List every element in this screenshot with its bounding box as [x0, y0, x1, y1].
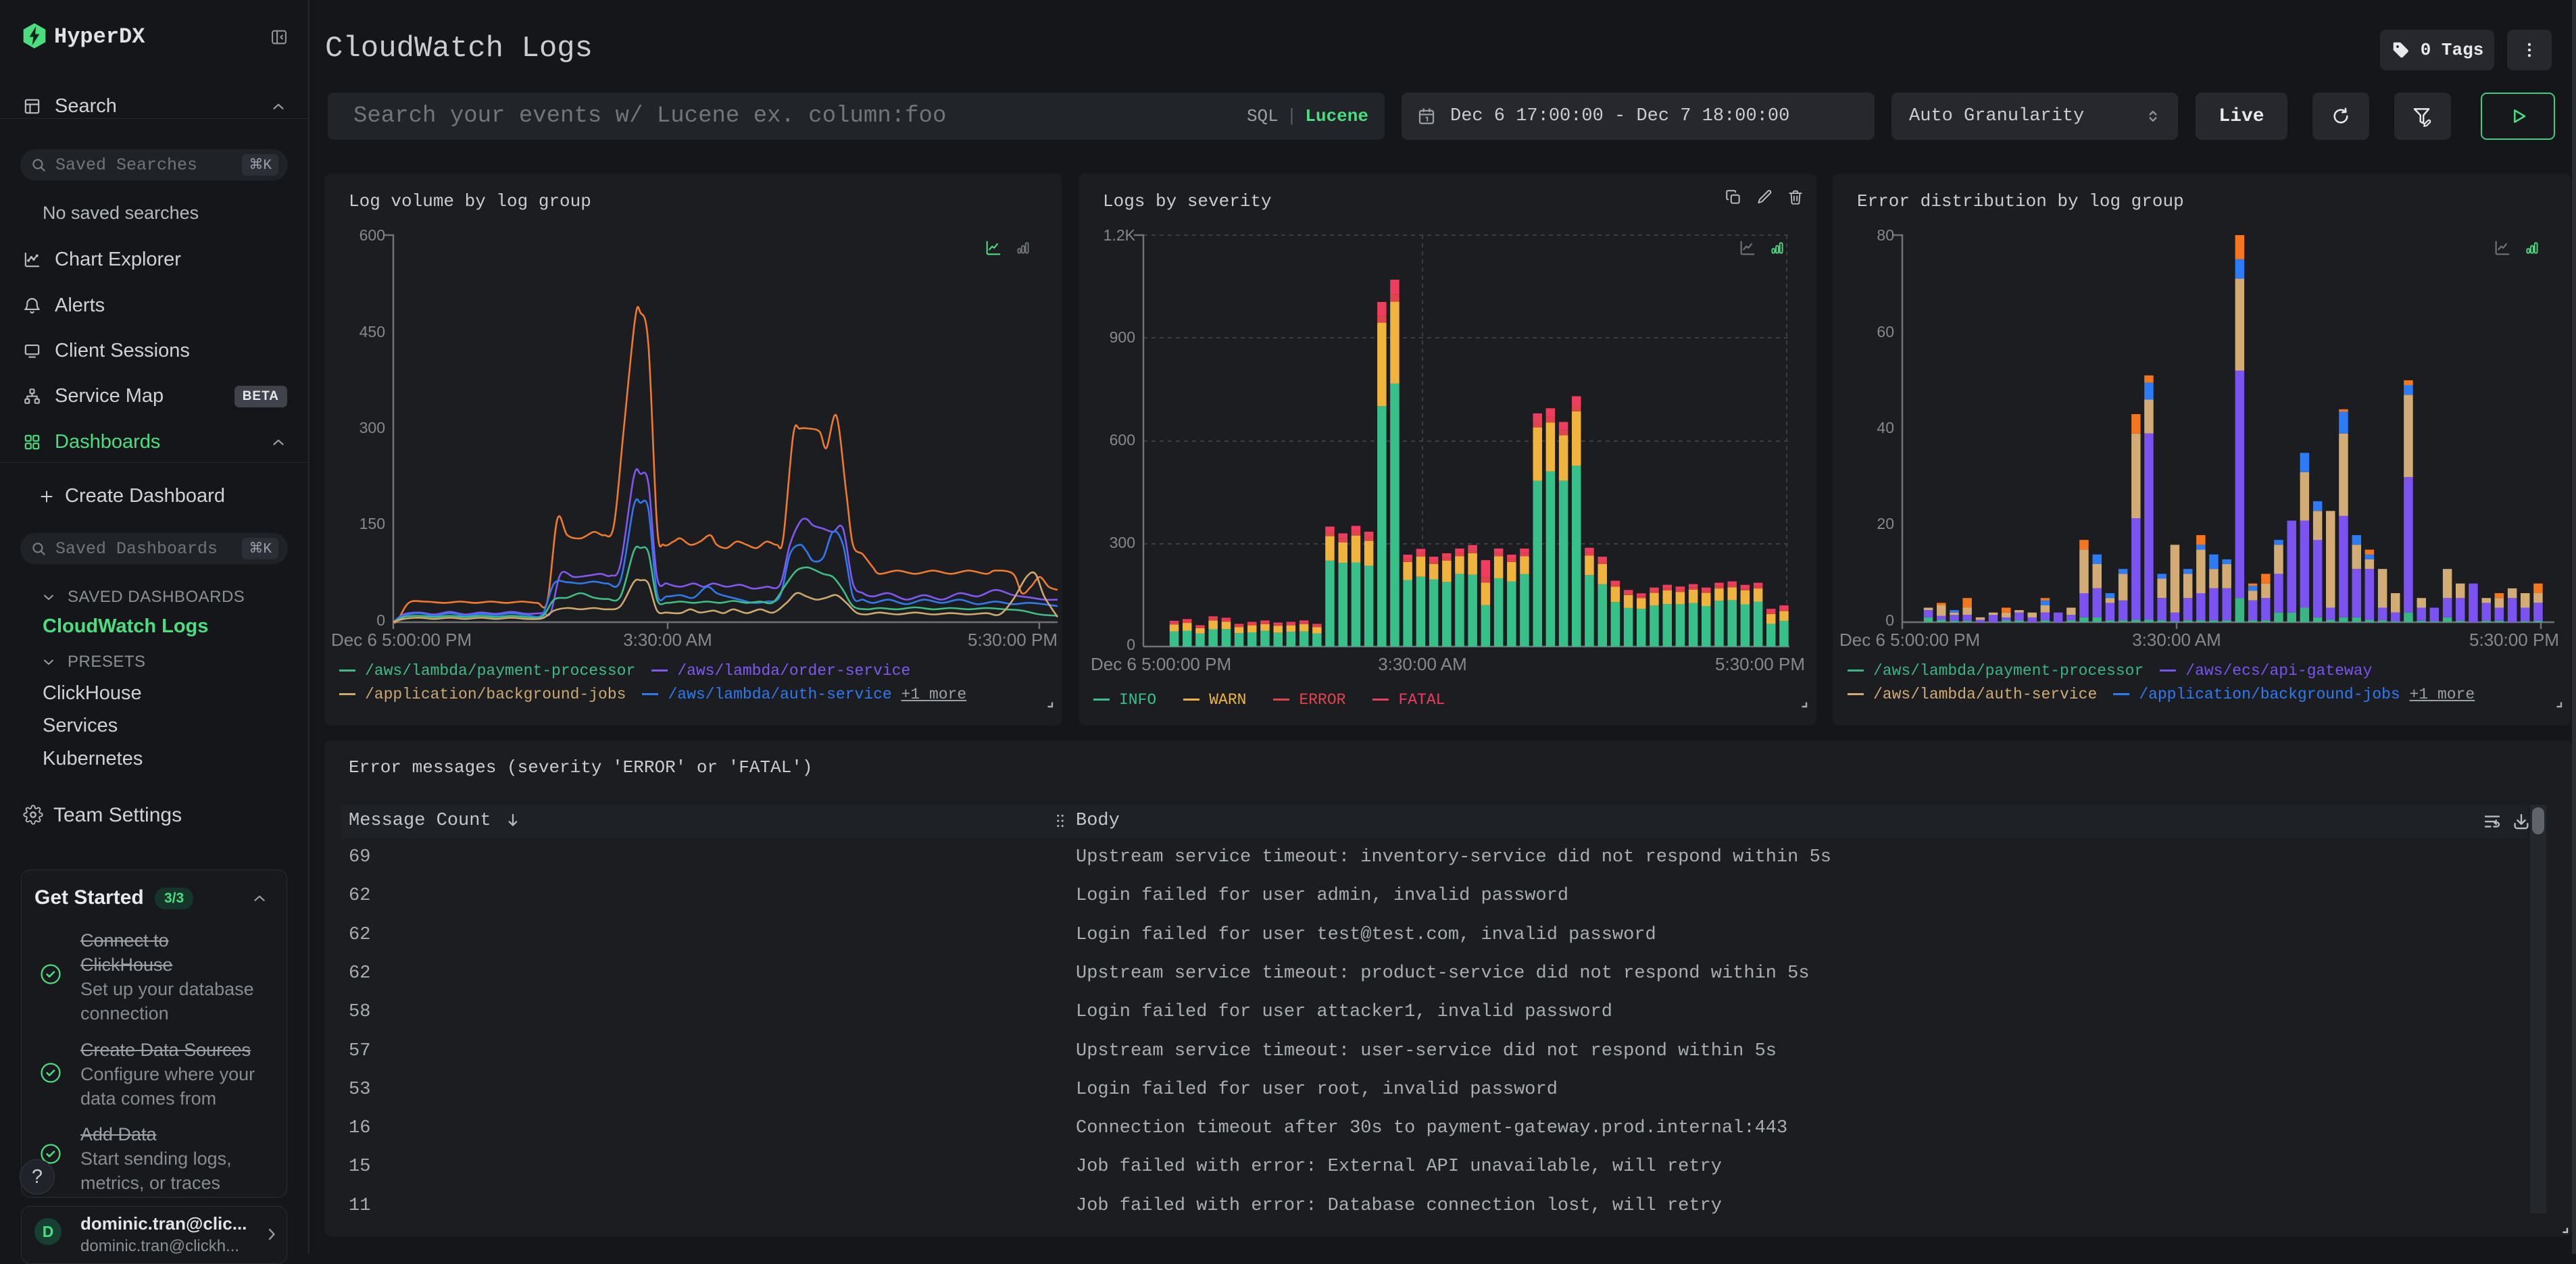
- svg-text:40: 40: [1877, 419, 1894, 436]
- svg-text:600: 600: [1110, 431, 1135, 449]
- svg-text:3:30:00 AM: 3:30:00 AM: [623, 630, 712, 650]
- svg-text:150: 150: [360, 515, 385, 532]
- svg-text:5:30:00 PM: 5:30:00 PM: [1715, 654, 1805, 674]
- svg-text:5:30:00 PM: 5:30:00 PM: [2469, 630, 2559, 650]
- svg-text:0: 0: [1885, 611, 1894, 629]
- svg-text:20: 20: [1877, 515, 1894, 532]
- svg-text:0: 0: [376, 611, 385, 629]
- svg-text:80: 80: [1877, 226, 1894, 244]
- svg-text:60: 60: [1877, 323, 1894, 340]
- svg-text:900: 900: [1110, 328, 1135, 346]
- svg-text:600: 600: [360, 226, 385, 244]
- svg-text:Dec 6 5:00:00 PM: Dec 6 5:00:00 PM: [331, 630, 472, 650]
- svg-text:Dec 6 5:00:00 PM: Dec 6 5:00:00 PM: [1839, 630, 1980, 650]
- svg-text:450: 450: [360, 323, 385, 340]
- svg-text:300: 300: [360, 419, 385, 436]
- svg-text:300: 300: [1110, 534, 1135, 551]
- svg-text:5:30:00 PM: 5:30:00 PM: [968, 630, 1058, 650]
- svg-text:Dec 6 5:00:00 PM: Dec 6 5:00:00 PM: [1091, 654, 1231, 674]
- svg-text:3:30:00 AM: 3:30:00 AM: [2132, 630, 2221, 650]
- svg-text:0: 0: [1126, 636, 1135, 653]
- svg-text:1.2K: 1.2K: [1104, 226, 1136, 244]
- svg-text:3:30:00 AM: 3:30:00 AM: [1378, 654, 1467, 674]
